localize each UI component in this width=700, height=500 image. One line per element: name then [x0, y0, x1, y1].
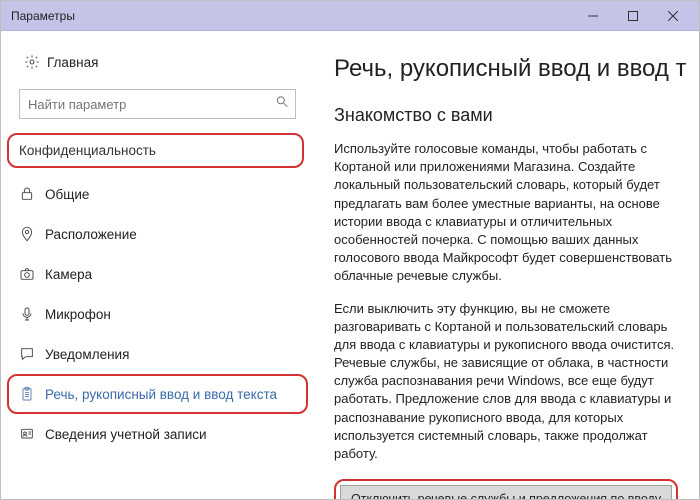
sidebar-item-label: Камера: [45, 267, 92, 282]
location-icon: [19, 226, 45, 242]
speech-highlight: Речь, рукописный ввод и ввод текста: [7, 374, 308, 414]
sidebar-item-label: Общие: [45, 187, 89, 202]
window-title: Параметры: [11, 9, 573, 23]
search-field[interactable]: [19, 89, 296, 119]
account-icon: [19, 426, 45, 442]
button-highlight: Отключить речевые службы и предложения п…: [334, 479, 678, 499]
content-pane: Речь, рукописный ввод и ввод текста Знак…: [314, 31, 699, 499]
window-body: Главная Конфиденциальность Общие Распо: [1, 31, 699, 499]
sidebar-item-label: Сведения учетной записи: [45, 427, 207, 442]
page-title: Речь, рукописный ввод и ввод текста: [334, 55, 687, 83]
category-highlight: Конфиденциальность: [7, 133, 304, 168]
gear-icon: [19, 54, 45, 70]
lock-icon: [19, 186, 45, 202]
microphone-icon: [19, 306, 45, 322]
sidebar-item-label: Речь, рукописный ввод и ввод текста: [45, 387, 277, 402]
disable-speech-button[interactable]: Отключить речевые службы и предложения п…: [340, 485, 672, 499]
sidebar-category[interactable]: Конфиденциальность: [19, 143, 292, 158]
camera-icon: [19, 266, 45, 282]
paragraph-1: Используйте голосовые команды, чтобы раб…: [334, 140, 687, 286]
section-title: Знакомство с вами: [334, 105, 687, 126]
paragraph-2: Если выключить эту функцию, вы не сможет…: [334, 300, 687, 464]
minimize-button[interactable]: [573, 1, 613, 31]
sidebar-item-microphone[interactable]: Микрофон: [1, 294, 314, 334]
close-button[interactable]: [653, 1, 693, 31]
search-icon: [275, 95, 289, 114]
sidebar-item-label: Расположение: [45, 227, 137, 242]
sidebar-item-speech[interactable]: Речь, рукописный ввод и ввод текста: [19, 386, 296, 402]
maximize-icon: [628, 11, 638, 21]
search-input[interactable]: [20, 90, 295, 118]
close-icon: [668, 11, 678, 21]
clipboard-icon: [19, 386, 45, 402]
sidebar-home-label: Главная: [47, 55, 98, 70]
sidebar-item-label: Микрофон: [45, 307, 111, 322]
sidebar-home[interactable]: Главная: [1, 43, 314, 81]
sidebar-item-label: Уведомления: [45, 347, 129, 362]
sidebar-item-camera[interactable]: Камера: [1, 254, 314, 294]
sidebar: Главная Конфиденциальность Общие Распо: [1, 31, 314, 499]
sidebar-item-general[interactable]: Общие: [1, 174, 314, 214]
window-controls: [573, 1, 693, 31]
chat-icon: [19, 346, 45, 362]
sidebar-item-notifications[interactable]: Уведомления: [1, 334, 314, 374]
maximize-button[interactable]: [613, 1, 653, 31]
sidebar-item-account-info[interactable]: Сведения учетной записи: [1, 414, 314, 454]
titlebar: Параметры: [1, 1, 699, 31]
sidebar-nav: Общие Расположение Камера Микрофон Уведо: [1, 174, 314, 454]
minimize-icon: [588, 11, 598, 21]
sidebar-item-location[interactable]: Расположение: [1, 214, 314, 254]
settings-window: Параметры Главная: [0, 0, 700, 500]
